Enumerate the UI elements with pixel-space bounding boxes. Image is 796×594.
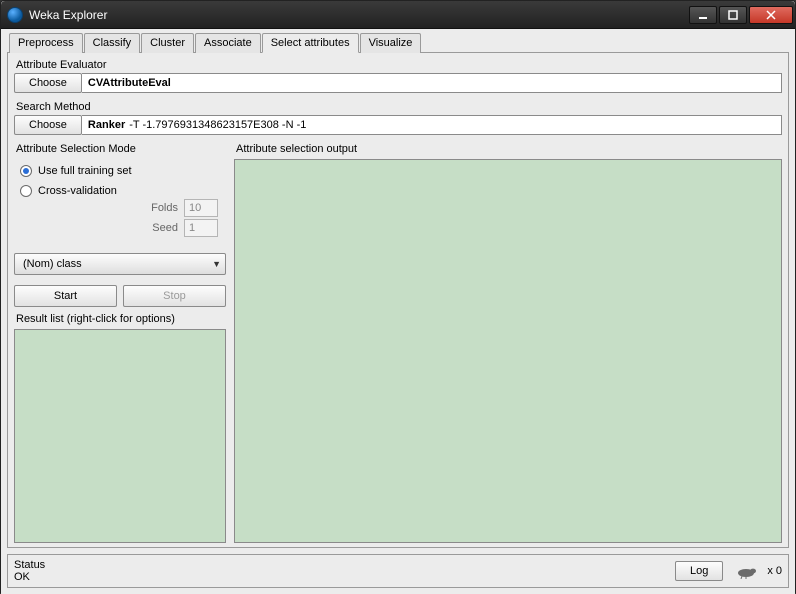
tab-strip: PreprocessClassifyClusterAssociateSelect… <box>7 32 789 52</box>
attribute-evaluator-row: Choose CVAttributeEval <box>14 73 782 93</box>
app-window: Weka Explorer PreprocessClassifyClusterA… <box>0 0 796 593</box>
seed-input <box>184 219 218 237</box>
status-value: OK <box>14 571 30 583</box>
selection-mode-box: Use full training set Cross-validation F… <box>14 157 226 247</box>
status-bar: Status OK Log x 0 <box>7 554 789 588</box>
evaluator-name: CVAttributeEval <box>88 77 171 89</box>
window-title: Weka Explorer <box>29 8 689 22</box>
attribute-evaluator-label: Attribute Evaluator <box>16 59 782 71</box>
stop-button: Stop <box>123 285 226 307</box>
output-box[interactable] <box>234 159 782 543</box>
search-name: Ranker <box>88 119 125 131</box>
radio-icon <box>20 185 32 197</box>
radio-full-label: Use full training set <box>38 165 132 177</box>
radio-cv-label: Cross-validation <box>38 185 117 197</box>
seed-label: Seed <box>144 222 178 234</box>
result-list[interactable] <box>14 329 226 543</box>
tab-select-attributes[interactable]: Select attributes <box>262 33 359 53</box>
folds-row: Folds <box>144 199 226 217</box>
folds-label: Folds <box>144 202 178 214</box>
output-label: Attribute selection output <box>236 143 782 155</box>
search-config[interactable]: Ranker -T -1.7976931348623157E308 -N -1 <box>82 115 782 135</box>
radio-full-training[interactable]: Use full training set <box>20 165 226 177</box>
folds-input <box>184 199 218 217</box>
weka-bird-icon <box>731 563 759 579</box>
class-dropdown[interactable]: (Nom) class ▼ <box>14 253 226 275</box>
start-stop-row: Start Stop <box>14 285 226 307</box>
radio-icon <box>20 165 32 177</box>
close-button[interactable] <box>749 6 793 24</box>
left-column: Attribute Selection Mode Use full traini… <box>14 141 226 543</box>
chevron-down-icon: ▼ <box>212 259 221 269</box>
result-list-label: Result list (right-click for options) <box>16 313 226 325</box>
choose-search-button[interactable]: Choose <box>14 115 82 135</box>
main-columns: Attribute Selection Mode Use full traini… <box>14 141 782 543</box>
client-area: PreprocessClassifyClusterAssociateSelect… <box>1 29 795 594</box>
task-counter: x 0 <box>767 565 782 577</box>
search-method-row: Choose Ranker -T -1.7976931348623157E308… <box>14 115 782 135</box>
tab-associate[interactable]: Associate <box>195 33 261 53</box>
status-label: Status <box>14 559 667 571</box>
tab-cluster[interactable]: Cluster <box>141 33 194 53</box>
class-dropdown-value: (Nom) class <box>23 258 82 270</box>
app-icon <box>7 7 23 23</box>
seed-row: Seed <box>144 219 226 237</box>
tab-classify[interactable]: Classify <box>84 33 141 53</box>
maximize-button[interactable] <box>719 6 747 24</box>
titlebar[interactable]: Weka Explorer <box>1 1 795 29</box>
search-args: -T -1.7976931348623157E308 -N -1 <box>129 119 306 131</box>
tab-panel: Attribute Evaluator Choose CVAttributeEv… <box>7 52 789 548</box>
start-button[interactable]: Start <box>14 285 117 307</box>
tab-visualize[interactable]: Visualize <box>360 33 422 53</box>
window-controls <box>689 6 793 24</box>
search-method-label: Search Method <box>16 101 782 113</box>
right-column: Attribute selection output <box>234 141 782 543</box>
selection-mode-label: Attribute Selection Mode <box>16 143 226 155</box>
choose-evaluator-button[interactable]: Choose <box>14 73 82 93</box>
minimize-button[interactable] <box>689 6 717 24</box>
status-left: Status OK <box>14 559 667 583</box>
tab-preprocess[interactable]: Preprocess <box>9 33 83 53</box>
evaluator-config[interactable]: CVAttributeEval <box>82 73 782 93</box>
radio-cross-validation[interactable]: Cross-validation <box>20 185 226 197</box>
log-button[interactable]: Log <box>675 561 723 581</box>
